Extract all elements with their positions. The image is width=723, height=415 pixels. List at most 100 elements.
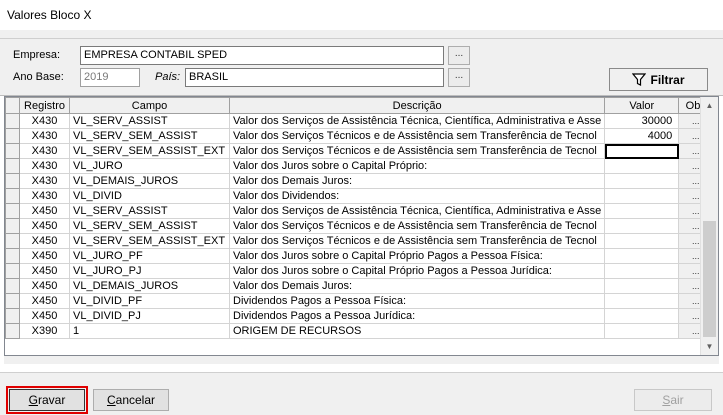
- table-header-row: Registro Campo Descrição Valor Obs: [5, 97, 714, 114]
- table-row[interactable]: X450 VL_JURO_PJ Valor dos Juros sobre o Ca…: [5, 263, 714, 279]
- valor-cell[interactable]: [604, 143, 680, 159]
- row-indicator: [5, 248, 20, 264]
- column-header-registro[interactable]: Registro: [19, 97, 70, 114]
- campo-cell: VL_SERV_SEM_ASSIST: [69, 128, 230, 144]
- descricao-cell: Valor dos Juros sobre o Capital Próprio:: [228, 158, 606, 174]
- row-indicator: [5, 293, 20, 309]
- table-row[interactable]: X430 VL_SERV_SEM_ASSIST_EXT Valor dos Serv…: [5, 143, 714, 159]
- valor-cell[interactable]: [604, 308, 680, 324]
- row-indicator: [5, 158, 20, 174]
- row-indicator: [5, 233, 20, 249]
- vertical-scrollbar[interactable]: ▲ ▼: [700, 97, 718, 355]
- empresa-lookup-button[interactable]: ...: [448, 46, 470, 65]
- row-indicator: [5, 308, 20, 324]
- pais-field[interactable]: BRASIL: [185, 68, 444, 87]
- horizontal-scrollbar[interactable]: [4, 356, 719, 364]
- campo-cell: VL_DIVID_PF: [69, 293, 230, 309]
- campo-cell: VL_JURO: [69, 158, 230, 174]
- valor-cell[interactable]: [604, 248, 680, 264]
- valor-cell[interactable]: [604, 233, 680, 249]
- row-indicator: [5, 113, 20, 129]
- registro-cell: X430: [19, 158, 70, 174]
- sair-button[interactable]: Sair: [634, 389, 712, 411]
- toolbar-strip: [0, 30, 723, 39]
- row-indicator: [5, 188, 20, 204]
- valor-cell[interactable]: [604, 203, 680, 219]
- pais-label: País:: [155, 71, 181, 83]
- table-row[interactable]: X450 VL_SERV_SEM_ASSIST_EXT Valor dos Serv…: [5, 233, 714, 249]
- registro-cell: X430: [19, 143, 70, 159]
- row-indicator: [5, 128, 20, 144]
- registro-cell: X430: [19, 188, 70, 204]
- row-indicator: [5, 173, 20, 189]
- table-row[interactable]: X450 VL_SERV_ASSIST Valor dos Serviços de …: [5, 203, 714, 219]
- registro-cell: X450: [19, 248, 70, 264]
- registro-cell: X450: [19, 278, 70, 294]
- values-table: Registro Campo Descrição Valor Obs X430 V…: [5, 97, 714, 339]
- scrollbar-thumb[interactable]: [703, 221, 716, 337]
- table-row[interactable]: X430 VL_SERV_ASSIST Valor dos Serviços de …: [5, 113, 714, 129]
- ano-base-field[interactable]: 2019: [80, 68, 140, 87]
- column-header-valor[interactable]: Valor: [604, 97, 680, 114]
- funnel-icon: [632, 73, 647, 86]
- campo-cell: VL_DEMAIS_JUROS: [69, 173, 230, 189]
- valor-cell[interactable]: [604, 188, 680, 204]
- row-indicator: [5, 143, 20, 159]
- table-row[interactable]: X430 VL_DEMAIS_JUROS Valor dos Demais Juro…: [5, 173, 714, 189]
- valor-cell[interactable]: [604, 173, 680, 189]
- table-row[interactable]: X450 VL_SERV_SEM_ASSIST Valor dos Serviços…: [5, 218, 714, 234]
- filter-button[interactable]: Filtrar: [609, 68, 708, 91]
- scroll-down-icon[interactable]: ▼: [701, 338, 718, 355]
- registro-cell: X450: [19, 263, 70, 279]
- table-row[interactable]: X450 VL_JURO_PF Valor dos Juros sobre o Ca…: [5, 248, 714, 264]
- column-header-descricao[interactable]: Descrição: [228, 97, 606, 114]
- valor-cell[interactable]: [604, 158, 680, 174]
- campo-cell: VL_DIVID: [69, 188, 230, 204]
- pais-lookup-button[interactable]: ...: [448, 68, 470, 87]
- row-indicator: [5, 278, 20, 294]
- table-row[interactable]: X390 1 ORIGEM DE RECURSOS...: [5, 323, 714, 339]
- descricao-cell: Valor dos Serviços Técnicos e de Assistê…: [228, 218, 606, 234]
- valor-cell[interactable]: [604, 218, 680, 234]
- cancelar-button[interactable]: Cancelar: [93, 389, 169, 411]
- descricao-cell: Valor dos Juros sobre o Capital Próprio …: [228, 263, 606, 279]
- descricao-cell: Valor dos Serviços Técnicos e de Assistê…: [228, 233, 606, 249]
- descricao-cell: Valor dos Serviços de Assistência Técnic…: [228, 203, 606, 219]
- registro-cell: X450: [19, 218, 70, 234]
- campo-cell: VL_DIVID_PJ: [69, 308, 230, 324]
- column-header-campo[interactable]: Campo: [69, 97, 230, 114]
- table-row[interactable]: X450 VL_DEMAIS_JUROS Valor dos Demais Juro…: [5, 278, 714, 294]
- registro-cell: X450: [19, 308, 70, 324]
- descricao-cell: Valor dos Serviços Técnicos e de Assistê…: [228, 143, 606, 159]
- registro-cell: X450: [19, 293, 70, 309]
- valor-cell[interactable]: 4000: [604, 128, 680, 144]
- valor-cell[interactable]: [604, 293, 680, 309]
- row-indicator: [5, 263, 20, 279]
- valor-cell[interactable]: [604, 263, 680, 279]
- table-row[interactable]: X450 VL_DIVID_PF Dividendos Pagos a Pessoa…: [5, 293, 714, 309]
- descricao-cell: Valor dos Demais Juros:: [228, 278, 606, 294]
- table-row[interactable]: X430 VL_JURO Valor dos Juros sobre o Capit…: [5, 158, 714, 174]
- descricao-cell: Dividendos Pagos a Pessoa Física:: [228, 293, 606, 309]
- row-indicator: [5, 203, 20, 219]
- valor-cell[interactable]: [604, 323, 680, 339]
- table-row[interactable]: X430 VL_DIVID Valor dos Dividendos:...: [5, 188, 714, 204]
- empresa-label: Empresa:: [13, 49, 61, 61]
- window-title: Valores Bloco X: [7, 8, 92, 22]
- table-row[interactable]: X430 VL_SERV_SEM_ASSIST Valor dos Serviços…: [5, 128, 714, 144]
- descricao-cell: ORIGEM DE RECURSOS: [228, 323, 606, 339]
- descricao-cell: Dividendos Pagos a Pessoa Jurídica:: [228, 308, 606, 324]
- table-row[interactable]: X450 VL_DIVID_PJ Dividendos Pagos a Pessoa…: [5, 308, 714, 324]
- campo-cell: 1: [69, 323, 230, 339]
- valor-cell[interactable]: 30000: [604, 113, 680, 129]
- descricao-cell: Valor dos Juros sobre o Capital Próprio …: [228, 248, 606, 264]
- empresa-field[interactable]: EMPRESA CONTABIL SPED: [80, 46, 444, 65]
- registro-cell: X430: [19, 173, 70, 189]
- scroll-up-icon[interactable]: ▲: [701, 97, 718, 114]
- registro-cell: X430: [19, 113, 70, 129]
- gravar-button[interactable]: Gravar: [6, 386, 88, 414]
- title-bar: Valores Bloco X: [0, 0, 723, 31]
- campo-cell: VL_SERV_SEM_ASSIST_EXT: [69, 143, 230, 159]
- valor-cell[interactable]: [604, 278, 680, 294]
- registro-cell: X430: [19, 128, 70, 144]
